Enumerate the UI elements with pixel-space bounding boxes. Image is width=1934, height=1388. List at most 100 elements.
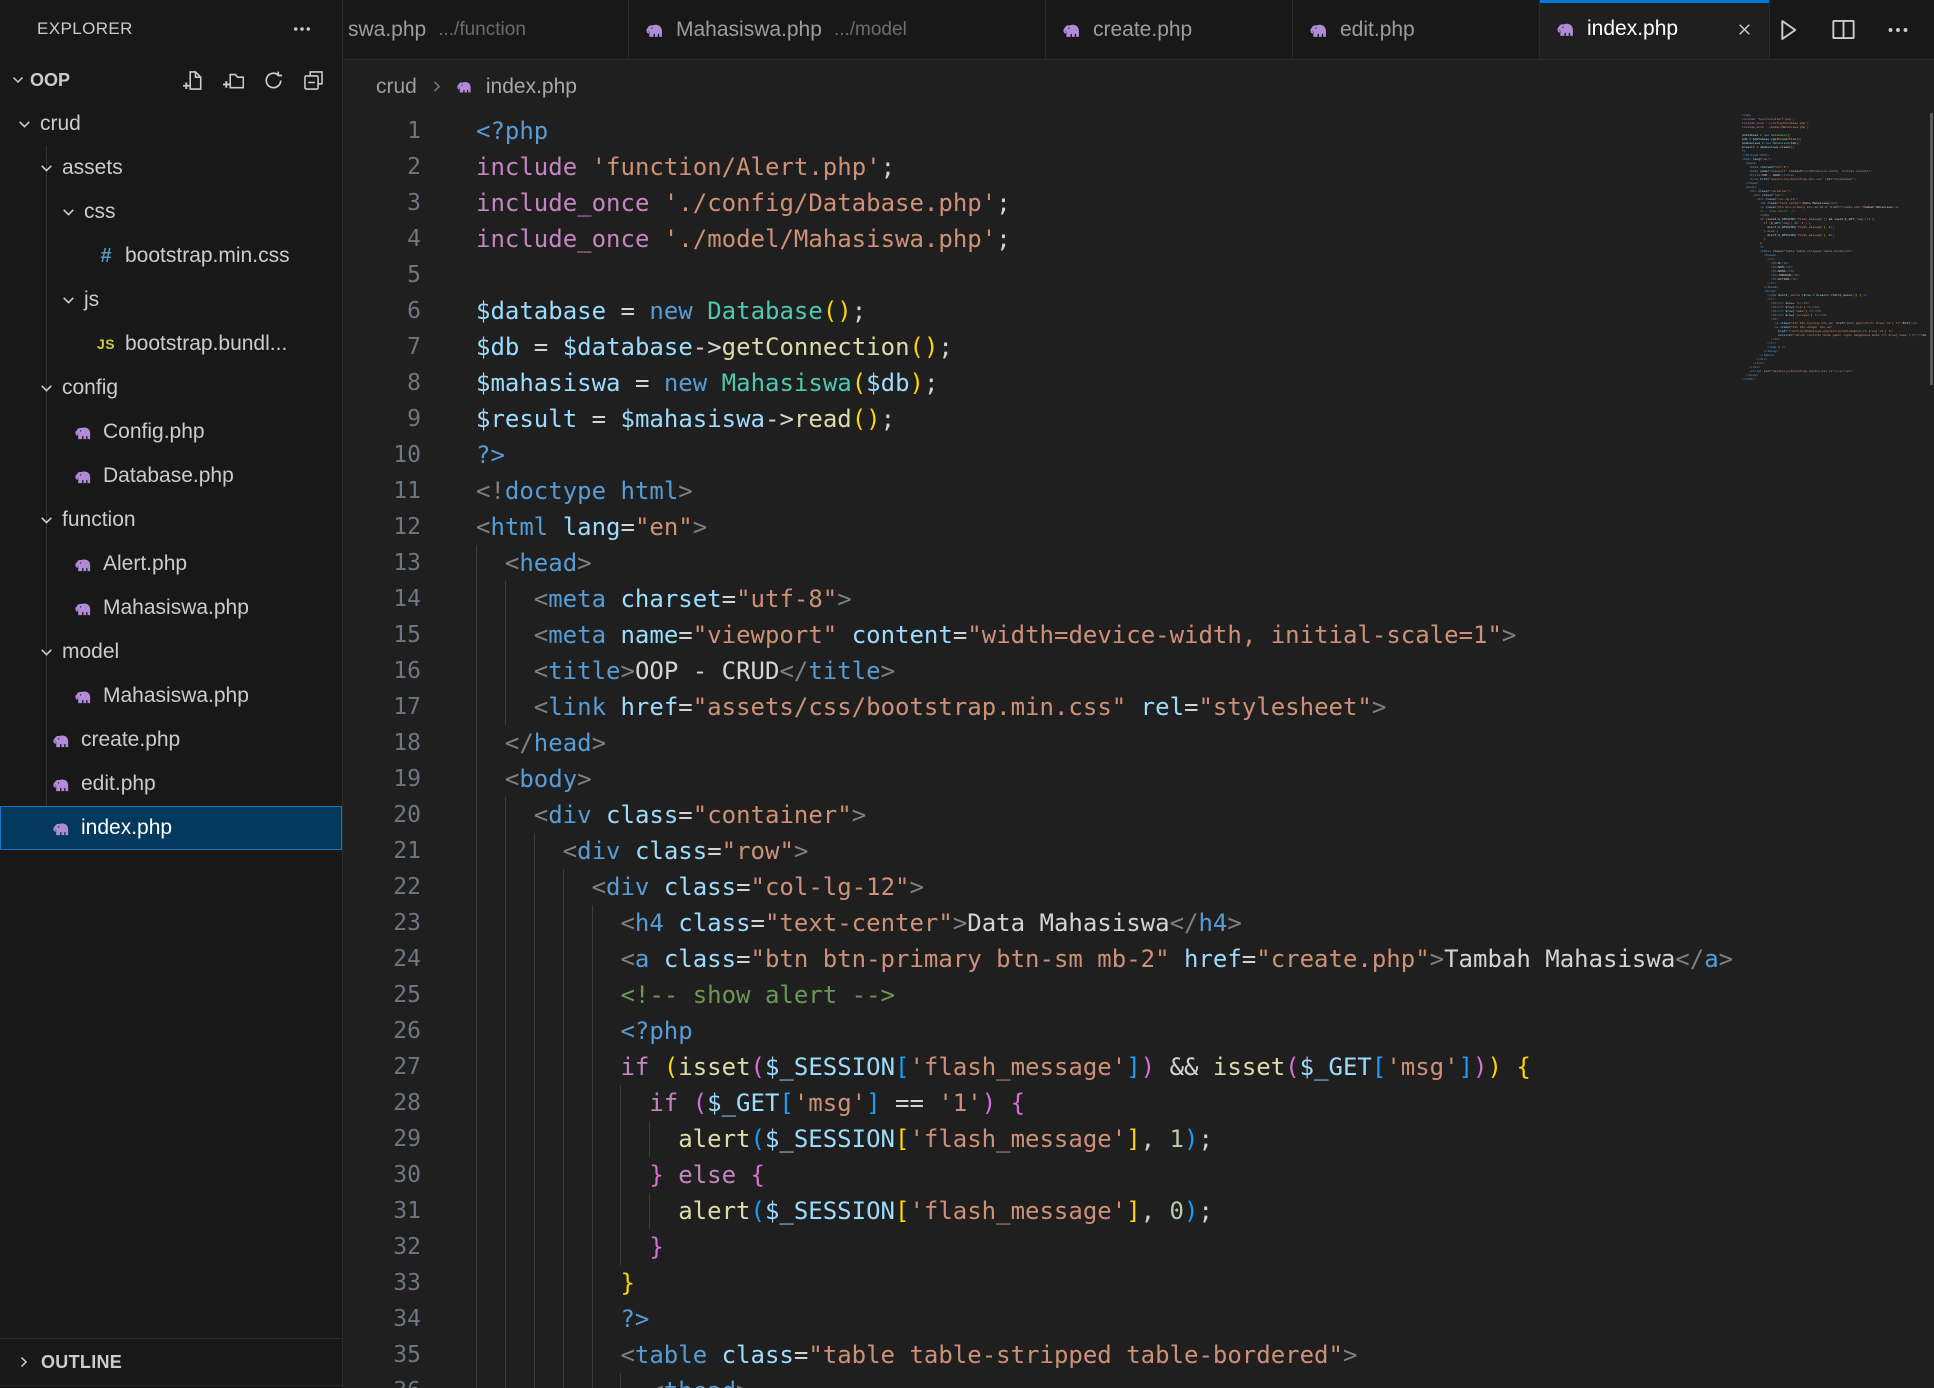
tab-edit-php[interactable]: edit.php <box>1293 0 1540 59</box>
code-line-36[interactable]: 36 <thead> <box>343 1373 1934 1388</box>
code-line-9[interactable]: 9$result = $mahasiswa->read(); <box>343 401 1934 437</box>
code-line-15[interactable]: 15 <meta name="viewport" content="width=… <box>343 617 1934 653</box>
outline-label: OUTLINE <box>41 1352 122 1373</box>
tree-folder-config[interactable]: config <box>0 366 342 410</box>
split-editor-icon[interactable] <box>1831 17 1856 42</box>
tree-folder-model[interactable]: model <box>0 630 342 674</box>
outline-section-header[interactable]: OUTLINE <box>0 1338 342 1386</box>
code-line-22[interactable]: 22 <div class="col-lg-12"> <box>343 869 1934 905</box>
chevron-down-icon <box>38 160 55 177</box>
tree-file-edit-php[interactable]: edit.php <box>0 762 342 806</box>
breadcrumb-file[interactable]: index.php <box>486 75 577 99</box>
indent-guide <box>476 1301 505 1337</box>
code-line-23[interactable]: 23 <h4 class="text-center">Data Mahasisw… <box>343 905 1934 941</box>
tree-file-mahasiswa-php[interactable]: Mahasiswa.php <box>0 586 342 630</box>
indent-guide <box>563 1229 592 1265</box>
more-icon[interactable] <box>1886 18 1910 42</box>
tab-label: Mahasiswa.php <box>676 18 822 42</box>
new-file-icon[interactable] <box>183 70 204 91</box>
more-actions-icon[interactable] <box>292 19 312 39</box>
code-line-16[interactable]: 16 <title>OOP - CRUD</title> <box>343 653 1934 689</box>
php-icon <box>72 554 96 575</box>
code-line-3[interactable]: 3include_once './config/Database.php'; <box>343 185 1934 221</box>
tree-file-database-php[interactable]: Database.php <box>0 454 342 498</box>
tab-mahasiswa-php[interactable]: Mahasiswa.php .../model <box>629 0 1046 59</box>
tab-label: index.php <box>1587 17 1678 41</box>
code-line-10[interactable]: 10?> <box>343 437 1934 473</box>
code-line-17[interactable]: 17 <link href="assets/css/bootstrap.min.… <box>343 689 1934 725</box>
tree-folder-js[interactable]: js <box>0 278 342 322</box>
code-line-13[interactable]: 13 <head> <box>343 545 1934 581</box>
new-folder-icon[interactable] <box>223 70 244 91</box>
breadcrumb-folder[interactable]: crud <box>376 75 417 99</box>
code-line-24[interactable]: 24 <a class="btn btn-primary btn-sm mb-2… <box>343 941 1934 977</box>
indent-guide <box>534 1193 563 1229</box>
code-editor[interactable]: 1<?php2include 'function/Alert.php';3inc… <box>343 113 1934 1388</box>
code-line-29[interactable]: 29 alert($_SESSION['flash_message'], 1); <box>343 1121 1934 1157</box>
tabs: swa.php .../function Mahasiswa.php .../m… <box>343 0 1770 59</box>
code-line-35[interactable]: 35 <table class="table table-stripped ta… <box>343 1337 1934 1373</box>
code-line-21[interactable]: 21 <div class="row"> <box>343 833 1934 869</box>
code-line-14[interactable]: 14 <meta charset="utf-8"> <box>343 581 1934 617</box>
tree-file-config-php[interactable]: Config.php <box>0 410 342 454</box>
code-line-12[interactable]: 12<html lang="en"> <box>343 509 1934 545</box>
code-line-27[interactable]: 27 if (isset($_SESSION['flash_message'])… <box>343 1049 1934 1085</box>
minimap[interactable]: <?phpinclude 'function/Alert.php';includ… <box>1742 113 1926 1383</box>
tab-index-php[interactable]: index.php <box>1540 0 1770 59</box>
tree-file-bootstrap-bundl[interactable]: JS bootstrap.bundl... <box>0 322 342 366</box>
code-line-28[interactable]: 28 if ($_GET['msg'] == '1') { <box>343 1085 1934 1121</box>
tab-swa-php[interactable]: swa.php .../function <box>343 0 629 59</box>
code-line-19[interactable]: 19 <body> <box>343 761 1934 797</box>
line-number: 36 <box>343 1373 421 1388</box>
tree-file-bootstrap-min-css[interactable]: # bootstrap.min.css <box>0 234 342 278</box>
indent-guide <box>620 1229 649 1265</box>
tree-folder-crud[interactable]: crud <box>0 102 342 146</box>
code-line-25[interactable]: 25 <!-- show alert --> <box>343 977 1934 1013</box>
tree-file-create-php[interactable]: create.php <box>0 718 342 762</box>
tab-create-php[interactable]: create.php <box>1046 0 1293 59</box>
refresh-icon[interactable] <box>263 70 284 91</box>
run-icon[interactable] <box>1775 17 1801 43</box>
tree-file-alert-php[interactable]: Alert.php <box>0 542 342 586</box>
code-line-18[interactable]: 18 </head> <box>343 725 1934 761</box>
code-line-33[interactable]: 33 } <box>343 1265 1934 1301</box>
line-number: 33 <box>343 1265 421 1301</box>
tree-folder-function[interactable]: function <box>0 498 342 542</box>
code-line-2[interactable]: 2include 'function/Alert.php'; <box>343 149 1934 185</box>
code-line-5[interactable]: 5 <box>343 257 1934 293</box>
indent-guide <box>620 1157 649 1193</box>
code-line-32[interactable]: 32 } <box>343 1229 1934 1265</box>
scrollbar-thumb[interactable] <box>1930 113 1933 385</box>
tree-folder-assets[interactable]: assets <box>0 146 342 190</box>
code-line-4[interactable]: 4include_once './model/Mahasiswa.php'; <box>343 221 1934 257</box>
php-icon <box>645 19 667 41</box>
php-icon <box>50 774 74 795</box>
code-line-8[interactable]: 8$mahasiswa = new Mahasiswa($db); <box>343 365 1934 401</box>
line-number: 27 <box>343 1049 421 1085</box>
chevron-right-icon <box>428 78 445 95</box>
indent-guide <box>505 833 534 869</box>
code-line-30[interactable]: 30 } else { <box>343 1157 1934 1193</box>
indent-guide <box>476 1193 505 1229</box>
tree-file-index-php[interactable]: index.php <box>0 806 342 850</box>
code-line-11[interactable]: 11<!doctype html> <box>343 473 1934 509</box>
tree-file-mahasiswa-php[interactable]: Mahasiswa.php <box>0 674 342 718</box>
close-icon[interactable] <box>1736 21 1753 38</box>
chevron-down-icon <box>60 292 77 309</box>
php-icon <box>50 730 74 751</box>
file-name: bootstrap.min.css <box>125 244 290 268</box>
code-line-6[interactable]: 6$database = new Database(); <box>343 293 1934 329</box>
code-line-26[interactable]: 26 <?php <box>343 1013 1934 1049</box>
code-line-7[interactable]: 7$db = $database->getConnection(); <box>343 329 1934 365</box>
code-line-20[interactable]: 20 <div class="container"> <box>343 797 1934 833</box>
tree-folder-css[interactable]: css <box>0 190 342 234</box>
workspace-root-label: OOP <box>30 70 70 91</box>
code-line-1[interactable]: 1<?php <box>343 113 1934 149</box>
workspace-section-header[interactable]: OOP <box>0 58 342 102</box>
code-line-34[interactable]: 34 ?> <box>343 1301 1934 1337</box>
code-line-31[interactable]: 31 alert($_SESSION['flash_message'], 0); <box>343 1193 1934 1229</box>
editor-group: swa.php .../function Mahasiswa.php .../m… <box>343 0 1934 1388</box>
indent-guide <box>476 1337 505 1373</box>
indent-guide <box>563 1265 592 1301</box>
collapse-all-icon[interactable] <box>303 70 324 91</box>
